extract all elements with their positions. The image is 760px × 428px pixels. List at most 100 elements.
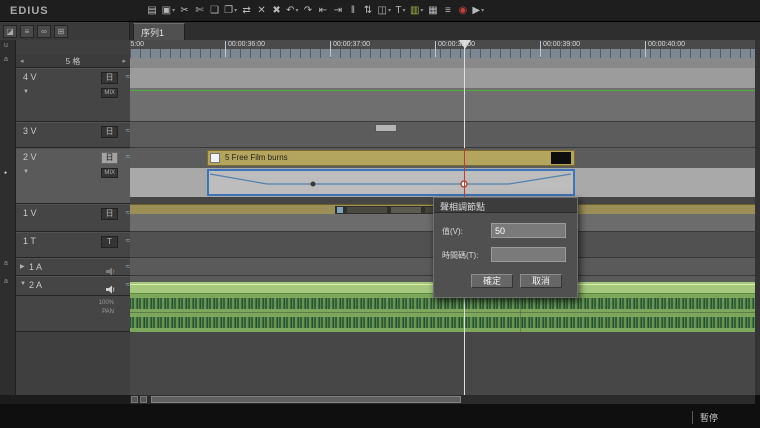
cut-icon[interactable]: ✂ [177, 2, 192, 20]
title-track-icon[interactable]: T [101, 236, 118, 248]
redo-icon[interactable]: ↷ [300, 2, 315, 20]
ruler-tick: 00:00:39:00 [540, 41, 580, 57]
track-header-4v[interactable]: 4 V ▼ 日 MIX ≈ [16, 68, 130, 122]
export-icon[interactable]: ▥▾ [408, 2, 425, 20]
sync-lock-icon[interactable]: ∞ [37, 25, 51, 38]
track-label: 4 V [23, 72, 37, 82]
mini-clip[interactable] [337, 207, 343, 213]
title-tool-icon[interactable]: T▾ [393, 2, 408, 20]
timecode-label: 時間碼(T): [442, 250, 478, 261]
rubber-band-line[interactable] [130, 90, 755, 91]
track-panel: ◂ 5 格 ▸ 4 V ▼ 日 MIX ≈ 3 V 日 ≈ 2 V ▼ 日 MI… [16, 40, 130, 395]
player-icon[interactable]: ▶▾ [470, 2, 486, 20]
timescale-right-arrow-icon[interactable]: ▸ [118, 57, 130, 65]
timescale-label: 5 格 [66, 56, 81, 67]
playback-status: 暫停 [692, 411, 718, 424]
track-header-1v[interactable]: 1 V 日 ≈ [16, 204, 130, 232]
playhead-marker-icon[interactable] [459, 40, 471, 49]
audio-lock-2a-icon[interactable]: a [4, 278, 8, 285]
clip-2v-film-burns[interactable]: 5 Free Film burns [207, 150, 575, 166]
pan-rubber-band[interactable] [209, 171, 573, 194]
dialog-title[interactable]: 聲相調節點 [434, 198, 577, 213]
timecode-input[interactable] [491, 247, 566, 262]
pan-point-dialog[interactable]: 聲相調節點 值(V): 時間碼(T): 確定 取消 [433, 197, 578, 298]
horizontal-scrollbar[interactable] [130, 395, 755, 404]
ripple-delete-icon[interactable]: ✖ [269, 2, 284, 20]
track-layout-icon[interactable]: ≡ [20, 25, 34, 38]
keyframe-point[interactable] [311, 182, 316, 187]
ruler-tick: 00:00:36:00 [225, 41, 265, 57]
video-master-toggle-icon[interactable]: u [4, 42, 8, 49]
multicam-icon[interactable]: ▦ [425, 2, 440, 20]
audio-mixer-icon[interactable]: ≡ [440, 2, 455, 20]
ruler-tick: 00:00:37:00 [330, 41, 370, 57]
ruler-tick: 00:00:40:00 [645, 41, 685, 57]
undo-icon[interactable]: ↶▾ [284, 2, 300, 20]
expand-icon[interactable]: ▶ [20, 263, 25, 270]
replace-icon[interactable]: ⇄ [239, 2, 254, 20]
track-header-2a[interactable]: ▼ 2 A ≈ [16, 276, 130, 296]
add-transition-icon[interactable]: ◫▾ [375, 2, 392, 20]
paste-icon[interactable]: ❐▾ [222, 2, 239, 20]
collapse-icon[interactable]: ▼ [20, 281, 26, 287]
video-display-toggle-icon[interactable]: 日 [101, 208, 118, 220]
set-out-point-icon[interactable]: ⇥ [330, 2, 345, 20]
track-label: 2 V [23, 152, 37, 162]
mini-clip[interactable] [347, 207, 387, 213]
lane-3v [130, 122, 755, 148]
timeline-ruler[interactable]: 00:00:35:0000:00:36:0000:00:37:0000:00:3… [130, 40, 755, 58]
clip-2v-mixer-selected[interactable] [207, 169, 575, 196]
capture-icon[interactable]: ◉ [455, 2, 470, 20]
track-header-1a[interactable]: ▶ 1 A ≈ [16, 258, 130, 276]
track-header-2v[interactable]: 2 V ▼ 日 MIX ≈ [16, 148, 130, 204]
new-sequence-icon[interactable]: ▤ [145, 2, 160, 20]
mixer-button[interactable]: MIX [101, 168, 118, 178]
audio-master-toggle-icon[interactable]: a [4, 56, 8, 63]
scroll-left-button[interactable] [131, 396, 138, 403]
clip-end-cap [551, 152, 571, 164]
timescale-left-arrow-icon[interactable]: ◂ [16, 57, 28, 65]
track-label: 1 A [29, 262, 42, 272]
cancel-button[interactable]: 取消 [520, 274, 562, 288]
set-in-point-icon[interactable]: ⇤ [315, 2, 330, 20]
lane-4v-mixer [130, 88, 755, 122]
top-toolbar: EDIUS ▤▣▾✂✄❏❐▾⇄✕✖↶▾↷⇤⇥‖⇅◫▾T▾▥▾▦≡◉▶▾ [0, 0, 760, 22]
track-settings-icon[interactable]: ◪ [3, 25, 17, 38]
mini-clip[interactable] [391, 207, 421, 213]
mixer-button[interactable]: MIX [101, 88, 118, 98]
clip-thumbnail [210, 153, 220, 163]
add-cut-point-icon[interactable]: ‖ [345, 2, 360, 20]
audio-lock-1a-icon[interactable]: a [4, 260, 8, 267]
scrollbar-thumb[interactable] [151, 396, 461, 403]
delete-icon[interactable]: ✕ [254, 2, 269, 20]
tab-sequence-1[interactable]: 序列1 [133, 23, 185, 40]
timescale-selector[interactable]: ◂ 5 格 ▸ [16, 55, 130, 68]
track-label: 1 V [23, 208, 37, 218]
copy-icon[interactable]: ❏ [207, 2, 222, 20]
patch-reset-icon[interactable]: ⊞ [54, 25, 68, 38]
collapse-icon[interactable]: ▼ [23, 169, 29, 175]
ripple-cut-icon[interactable]: ✄ [192, 2, 207, 20]
video-display-toggle-icon[interactable]: 日 [101, 72, 118, 84]
panel-empty-area [16, 332, 130, 395]
ok-button[interactable]: 確定 [471, 274, 513, 288]
value-label: 值(V): [442, 226, 463, 237]
bottom-gap [0, 395, 130, 404]
scroll-right-button[interactable] [140, 396, 147, 403]
value-input[interactable] [491, 223, 566, 238]
clip-label: 5 Free Film burns [225, 153, 288, 162]
track-header-3v[interactable]: 3 V 日 ≈ [16, 122, 130, 148]
video-display-toggle-icon[interactable]: 日 [101, 126, 118, 138]
collapse-icon[interactable]: ▼ [23, 89, 29, 95]
playhead-clip-segment [464, 148, 465, 197]
sync-mode-icon[interactable]: ⇅ [360, 2, 375, 20]
lane-spacer [130, 58, 755, 68]
record-track-indicator-icon: ● [4, 170, 7, 176]
video-display-toggle-icon[interactable]: 日 [101, 152, 118, 164]
save-project-icon[interactable]: ▣▾ [160, 2, 177, 20]
clip-3v[interactable] [375, 124, 397, 132]
sync-lock-column: u a ● a a [0, 40, 16, 395]
track-header-1t[interactable]: 1 T T ≈ [16, 232, 130, 258]
volume-percent-label: 100% [99, 300, 114, 306]
vertical-scrollbar[interactable] [755, 40, 760, 395]
